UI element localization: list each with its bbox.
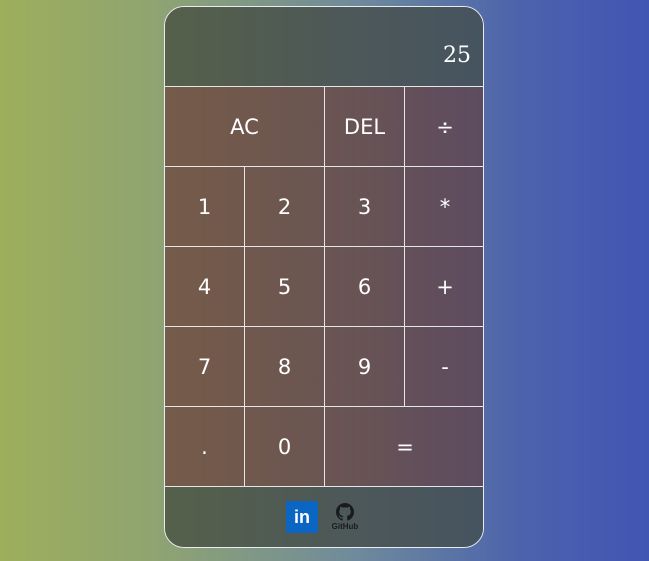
calculator: 25 AC DEL ÷ 1 2 3 * 4 5 6 + 7 8 9 - . 0 … <box>164 6 484 548</box>
plus-button[interactable]: + <box>405 247 483 327</box>
digit-1-button[interactable]: 1 <box>165 167 245 247</box>
digit-9-button[interactable]: 9 <box>325 327 405 407</box>
linkedin-icon[interactable]: in <box>286 501 318 533</box>
digit-0-button[interactable]: 0 <box>245 407 325 487</box>
all-clear-button[interactable]: AC <box>165 87 325 167</box>
display: 25 <box>165 7 483 87</box>
multiply-button[interactable]: * <box>405 167 483 247</box>
delete-button[interactable]: DEL <box>325 87 405 167</box>
footer: in GitHub <box>165 487 483 547</box>
digit-6-button[interactable]: 6 <box>325 247 405 327</box>
equals-button[interactable]: = <box>325 407 483 487</box>
display-value: 25 <box>443 43 471 68</box>
decimal-point-button[interactable]: . <box>165 407 245 487</box>
minus-button[interactable]: - <box>405 327 483 407</box>
digit-8-button[interactable]: 8 <box>245 327 325 407</box>
keypad: AC DEL ÷ 1 2 3 * 4 5 6 + 7 8 9 - . 0 = <box>165 87 483 487</box>
digit-3-button[interactable]: 3 <box>325 167 405 247</box>
digit-5-button[interactable]: 5 <box>245 247 325 327</box>
linkedin-icon-text: in <box>294 506 310 527</box>
digit-7-button[interactable]: 7 <box>165 327 245 407</box>
github-icon[interactable]: GitHub <box>328 501 362 533</box>
github-label: GitHub <box>331 522 359 531</box>
digit-2-button[interactable]: 2 <box>245 167 325 247</box>
digit-4-button[interactable]: 4 <box>165 247 245 327</box>
divide-button[interactable]: ÷ <box>405 87 483 167</box>
github-octocat-icon <box>336 503 354 521</box>
